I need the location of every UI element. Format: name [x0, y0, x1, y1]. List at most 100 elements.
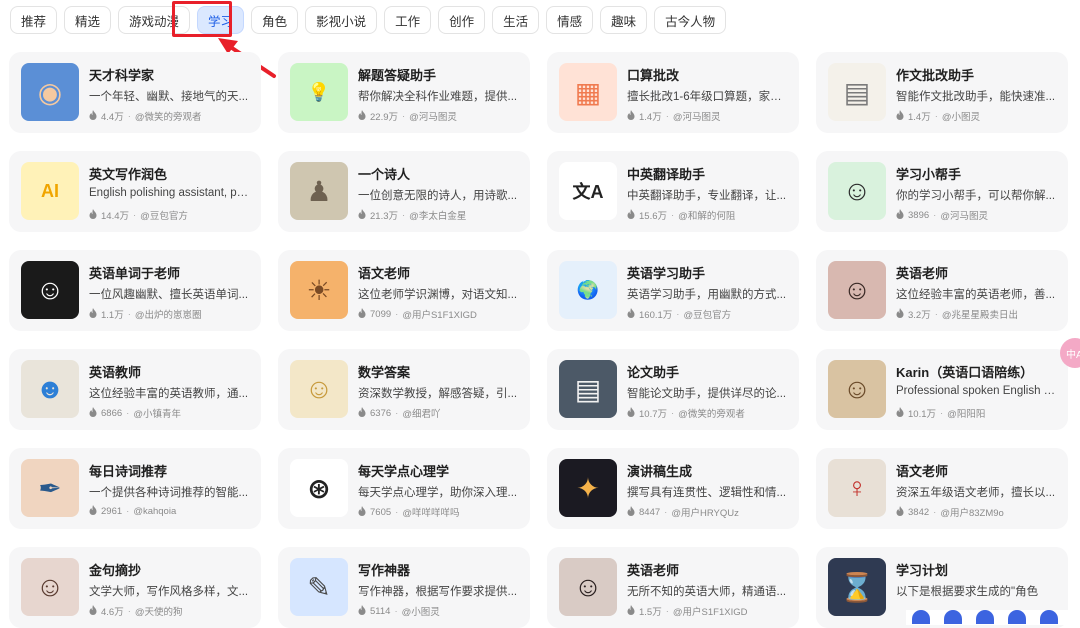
agent-card[interactable]: ▤ 作文批改助手 智能作文批改助手，能快速准... 1.4万 · @小图灵 [816, 52, 1068, 133]
toolbar-icon[interactable] [944, 610, 962, 624]
agent-card[interactable]: ▤ 论文助手 智能论文助手，提供详尽的论... 10.7万 · @微笑的旁观者 [547, 349, 799, 430]
usage-count: 3.2万 [908, 310, 931, 321]
separator-dot: · [133, 209, 137, 221]
agent-card-description: 以下是根据要求生成的"角色 [896, 586, 1039, 598]
agent-card[interactable]: AI 英文写作润色 English polishing assistant, pro… [9, 151, 261, 232]
author-name[interactable]: @和解的何阻 [678, 208, 735, 222]
toolbar-icon[interactable] [1008, 610, 1026, 624]
agent-card-meta: 160.1万 · @豆包官方 [627, 307, 789, 321]
agent-card[interactable]: ♟ 一个诗人 一位创意无限的诗人，用诗歌... 21.3万 · @李太白金星 [278, 151, 530, 232]
usage-count: 1.1万 [101, 310, 124, 321]
author-name[interactable]: @小图灵 [402, 604, 440, 618]
agent-card-title: 写作神器 [358, 563, 411, 578]
author-name[interactable]: @李太白金星 [409, 208, 466, 222]
author-name[interactable]: @河马图灵 [409, 109, 457, 123]
agent-card-meta: 7605 · @咩咩咩咩吗 [358, 505, 520, 519]
agent-card[interactable]: ☀ 语文老师 这位老师学识渊博，对语文知... 7099 · @用户S1F1XIGD [278, 250, 530, 331]
author-name[interactable]: @出炉的崽崽圈 [135, 307, 202, 321]
author-name[interactable]: @阳阳阳 [947, 406, 985, 420]
separator-dot: · [934, 308, 938, 320]
usage-count: 160.1万 [639, 310, 673, 321]
anime-scientist-avatar-icon: ◉ [21, 63, 79, 121]
agent-card-meta: 1.1万 · @出炉的崽崽圈 [89, 307, 251, 321]
toolbar-icon[interactable] [912, 610, 930, 624]
agent-card[interactable]: 💡 解题答疑助手 帮你解决全科作业难题，提供... 22.9万 · @河马图灵 [278, 52, 530, 133]
author-name[interactable]: @用户S1F1XIGD [673, 604, 748, 618]
agent-card-meta: 2961 · @kahqoia [89, 505, 251, 518]
toolbar-icon[interactable] [976, 610, 994, 624]
agent-card-description: 这位经验丰富的英语教师，通... [89, 388, 249, 400]
author-name[interactable]: @用户S1F1XIGD [402, 307, 477, 321]
author-name[interactable]: @河马图灵 [673, 109, 721, 123]
tab-film-novels[interactable]: 影视小说 [305, 6, 378, 34]
author-name[interactable]: @天使的狗 [135, 604, 183, 618]
agent-card[interactable]: ☺ 英语老师 这位经验丰富的英语老师，善... 3.2万 · @兆星星殿卖日出 [816, 250, 1068, 331]
author-name[interactable]: @小图灵 [942, 109, 980, 123]
agent-card[interactable]: ✎ 写作神器 写作神器，根据写作要求提供... 5114 · @小图灵 [278, 547, 530, 628]
agent-card-title: 口算批改 [627, 68, 680, 83]
agent-card[interactable]: ☻ 英语教师 这位经验丰富的英语教师，通... 6866 · @小镇青年 [9, 349, 261, 430]
author-name[interactable]: @河马图灵 [940, 208, 988, 222]
agent-card-description: 你的学习小帮手，可以帮你解... [896, 190, 1056, 202]
toolbar-icon[interactable] [1040, 610, 1058, 624]
tab-fun[interactable]: 趣味 [600, 6, 648, 34]
agent-card[interactable]: ◉ 天才科学家 一个年轻、幽默、接地气的天... 4.4万 · @微笑的旁观者 [9, 52, 261, 133]
agent-card[interactable]: ☺ Karin（英语口语陪练） Professional spoken Englis… [816, 349, 1068, 430]
anime-blond-avatar-icon: ☺ [290, 360, 348, 418]
tab-life[interactable]: 生活 [492, 6, 540, 34]
agent-card[interactable]: ✦ 演讲稿生成 撰写具有连贯性、逻辑性和情... 8447 · @用户HRYQUz [547, 448, 799, 529]
separator-dot: · [394, 605, 398, 617]
tab-featured[interactable]: 精选 [64, 6, 112, 34]
agent-card[interactable]: ☺ 英语老师 无所不知的英语大师，精通语... 1.5万 · @用户S1F1XIGD [547, 547, 799, 628]
author-name[interactable]: @兆星星殿卖日出 [942, 307, 1018, 321]
agent-card[interactable]: ♀ 语文老师 资深五年级语文老师，擅长以... 3842 · @用户83ZM9o [816, 448, 1068, 529]
agent-card-description: 这位经验丰富的英语老师，善... [896, 289, 1056, 301]
tab-creation[interactable]: 创作 [438, 6, 486, 34]
author-name[interactable]: @用户83ZM9o [940, 505, 1004, 519]
agent-card[interactable]: ☺ 数学答案 资深数学教授，解感答疑，引... 6376 · @细君吖 [278, 349, 530, 430]
author-name[interactable]: @微笑的旁观者 [678, 406, 745, 420]
tab-work[interactable]: 工作 [384, 6, 432, 34]
agent-card[interactable]: ☺ 英语单词于老师 一位风趣幽默、擅长英语单词... 1.1万 · @出炉的崽崽圈 [9, 250, 261, 331]
author-name[interactable]: @咩咩咩咩吗 [402, 505, 459, 519]
agent-card-title: 金句摘抄 [89, 563, 142, 578]
author-name[interactable]: @豆包官方 [683, 307, 731, 321]
agent-card[interactable]: ▦ 口算批改 擅长批改1-6年级口算题，家长... 1.4万 · @河马图灵 [547, 52, 799, 133]
fire-icon [89, 109, 97, 123]
separator-dot: · [676, 308, 680, 320]
separator-dot: · [933, 209, 937, 221]
fire-icon [627, 307, 635, 321]
tab-roles[interactable]: 角色 [251, 6, 299, 34]
tab-emotion[interactable]: 情感 [546, 6, 594, 34]
agent-card-meta: 6866 · @小镇青年 [89, 406, 251, 420]
author-name[interactable]: @豆包官方 [140, 208, 188, 222]
agent-card[interactable]: ☺ 学习小帮手 你的学习小帮手，可以帮你解... 3896 · @河马图灵 [816, 151, 1068, 232]
author-name[interactable]: @用户HRYQUz [671, 505, 739, 519]
agent-card[interactable]: 🌍 英语学习助手 英语学习助手，用幽默的方式... 160.1万 · @豆包官方 [547, 250, 799, 331]
agent-card-description: 资深五年级语文老师，擅长以... [896, 487, 1056, 499]
fire-icon [358, 604, 366, 618]
author-name[interactable]: @细君吖 [402, 406, 440, 420]
agent-card[interactable]: ✒ 每日诗词推荐 一个提供各种诗词推荐的智能... 2961 · @kahqoia [9, 448, 261, 529]
author-name[interactable]: @小镇青年 [133, 406, 181, 420]
agent-card-description: 写作神器，根据写作要求提供... [358, 586, 518, 598]
agent-card[interactable]: ☺ 金句摘抄 文学大师，写作风格多样，文... 4.6万 · @天使的狗 [9, 547, 261, 628]
agent-card[interactable]: 文A 中英翻译助手 中英翻译助手，专业翻译，让... 15.6万 · @和解的何阻 [547, 151, 799, 232]
fire-icon [358, 109, 366, 123]
agent-card-meta: 22.9万 · @河马图灵 [358, 109, 520, 123]
agent-card-title: 天才科学家 [89, 68, 155, 83]
separator-dot: · [934, 110, 938, 122]
author-name[interactable]: @微笑的旁观者 [135, 109, 202, 123]
tab-recommend[interactable]: 推荐 [10, 6, 58, 34]
usage-count: 14.4万 [101, 211, 129, 222]
agent-card-description: 资深数学教授，解感答疑，引... [358, 388, 518, 400]
separator-dot: · [395, 407, 399, 419]
tab-historical-figures[interactable]: 古今人物 [654, 6, 727, 34]
fire-icon [89, 406, 97, 420]
pen-nib-icon: ✎ [290, 558, 348, 616]
author-name[interactable]: @kahqoia [133, 506, 176, 517]
agent-card[interactable]: ⊛ 每天学点心理学 每天学点心理学，助你深入理... 7605 · @咩咩咩咩吗 [278, 448, 530, 529]
agent-card-title: 英语单词于老师 [89, 266, 181, 281]
agent-card-meta: 15.6万 · @和解的何阻 [627, 208, 789, 222]
fire-icon [896, 307, 904, 321]
